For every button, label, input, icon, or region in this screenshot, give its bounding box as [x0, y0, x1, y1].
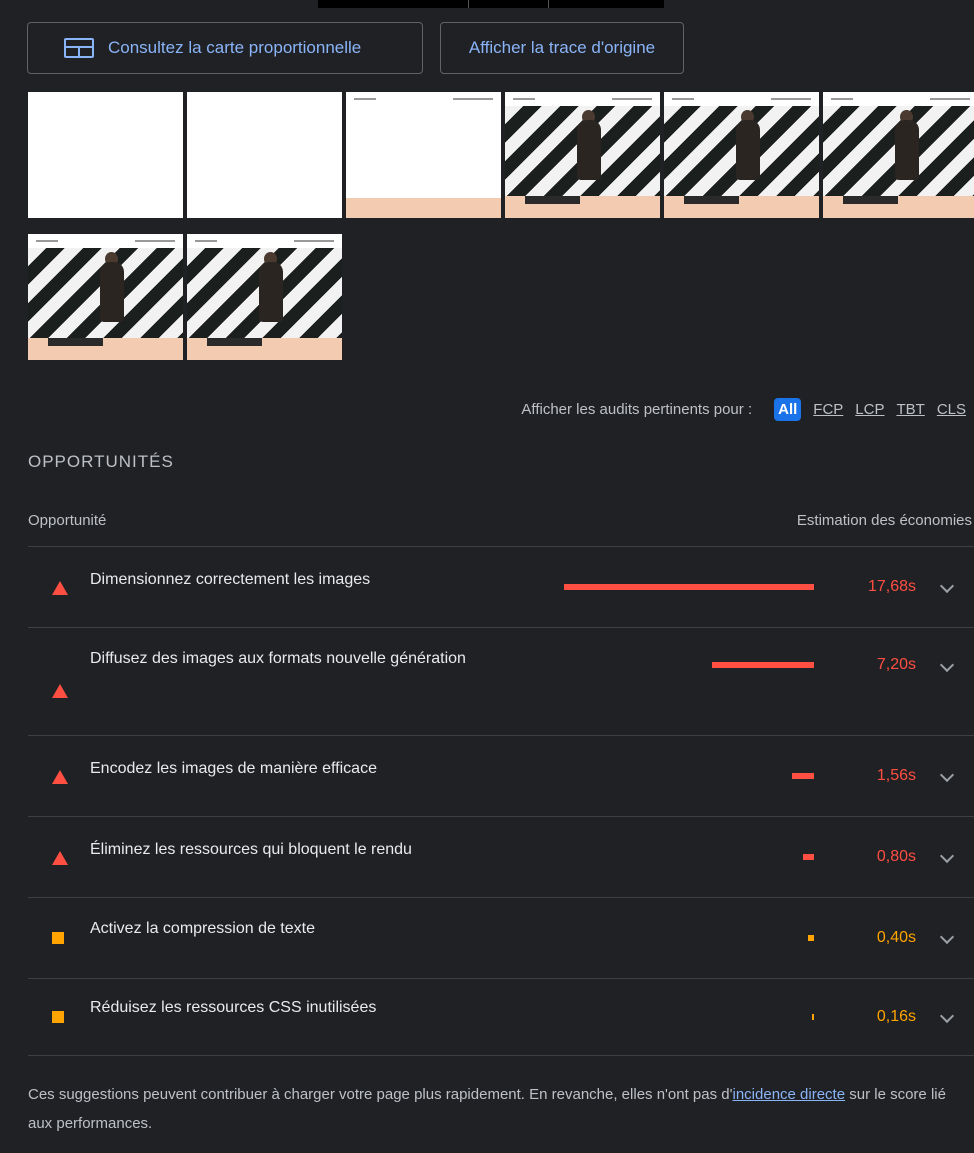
filter-chip-cls[interactable]: CLS [937, 401, 966, 418]
divider [28, 1055, 974, 1056]
fail-triangle-icon [52, 581, 68, 595]
strip-divider [548, 0, 549, 8]
filmstrip-frame [823, 92, 974, 218]
savings-value: 0,80s [876, 848, 916, 865]
opportunities-note: Ces suggestions peuvent contribuer à cha… [28, 1080, 958, 1138]
strip-divider [468, 0, 469, 8]
opportunity-row[interactable]: Encodez les images de manière efficace 1,… [28, 736, 974, 817]
view-trace-button[interactable]: Afficher la trace d'origine [440, 22, 684, 74]
chevron-down-icon[interactable] [939, 1008, 955, 1024]
filmstrip-frame [28, 92, 185, 218]
filmstrip-frame [187, 92, 344, 218]
savings-bar [812, 1014, 814, 1020]
filter-chip-fcp[interactable]: FCP [813, 401, 843, 418]
opportunity-row[interactable]: Éliminez les ressources qui bloquent le … [28, 817, 974, 898]
opportunity-title: Éliminez les ressources qui bloquent le … [90, 841, 412, 858]
filmstrip-frame [187, 234, 344, 360]
filter-chip-lcp[interactable]: LCP [855, 401, 884, 418]
filmstrip-frame [346, 92, 503, 218]
filmstrip-frame [505, 92, 662, 218]
opportunity-row[interactable]: Activez la compression de texte 0,40s [28, 898, 974, 979]
audit-filter: Afficher les audits pertinents pour : Al… [521, 398, 966, 421]
chevron-down-icon[interactable] [939, 929, 955, 945]
opportunity-row[interactable]: Diffusez des images aux formats nouvelle… [28, 628, 974, 736]
fail-triangle-icon [52, 770, 68, 784]
savings-bar [792, 773, 814, 779]
note-text: Ces suggestions peuvent contribuer à cha… [28, 1086, 733, 1103]
fail-triangle-icon [52, 851, 68, 865]
chevron-down-icon[interactable] [939, 657, 955, 673]
view-treemap-label: Consultez la carte proportionnelle [108, 38, 362, 57]
savings-value: 17,68s [867, 578, 916, 595]
average-square-icon [52, 932, 64, 944]
chevron-down-icon[interactable] [939, 848, 955, 864]
average-square-icon [52, 1011, 64, 1023]
savings-value: 0,40s [876, 929, 916, 946]
savings-bar [803, 854, 814, 860]
note-link[interactable]: incidence directe [733, 1086, 846, 1103]
view-treemap-button[interactable]: Consultez la carte proportionnelle [27, 22, 423, 74]
fail-triangle-icon [52, 683, 68, 698]
savings-bar [564, 584, 814, 590]
view-trace-label: Afficher la trace d'origine [468, 38, 656, 57]
opportunity-title: Dimensionnez correctement les images [90, 571, 371, 588]
savings-bar [712, 662, 814, 668]
opportunity-title: Encodez les images de manière efficace [90, 760, 377, 777]
filter-chip-all[interactable]: All [774, 398, 802, 421]
treemap-icon [64, 38, 94, 58]
filter-chip-tbt[interactable]: TBT [896, 401, 924, 418]
savings-value: 0,16s [876, 1008, 916, 1025]
chevron-down-icon[interactable] [939, 767, 955, 783]
opportunity-row[interactable]: Réduisez les ressources CSS inutilisées 0… [28, 979, 974, 1056]
audit-filter-label: Afficher les audits pertinents pour : [521, 401, 753, 418]
column-header-opportunity: Opportunité [28, 512, 107, 529]
chevron-down-icon[interactable] [939, 578, 955, 594]
savings-value: 1,56s [876, 767, 916, 784]
savings-value: 7,20s [876, 656, 916, 673]
top-toolbar-strip [318, 0, 664, 8]
opportunity-row[interactable]: Dimensionnez correctement les images 17,6… [28, 547, 974, 628]
opportunity-title: Activez la compression de texte [90, 920, 315, 937]
opportunity-title: Réduisez les ressources CSS inutilisées [90, 999, 377, 1016]
section-title: OPPORTUNITÉS [28, 452, 174, 471]
opportunity-title: Diffusez des images aux formats nouvelle… [90, 650, 466, 667]
savings-bar [808, 935, 814, 941]
filmstrip-frame [28, 234, 185, 360]
filmstrip-frame [664, 92, 821, 218]
column-header-savings: Estimation des économies [796, 512, 972, 529]
